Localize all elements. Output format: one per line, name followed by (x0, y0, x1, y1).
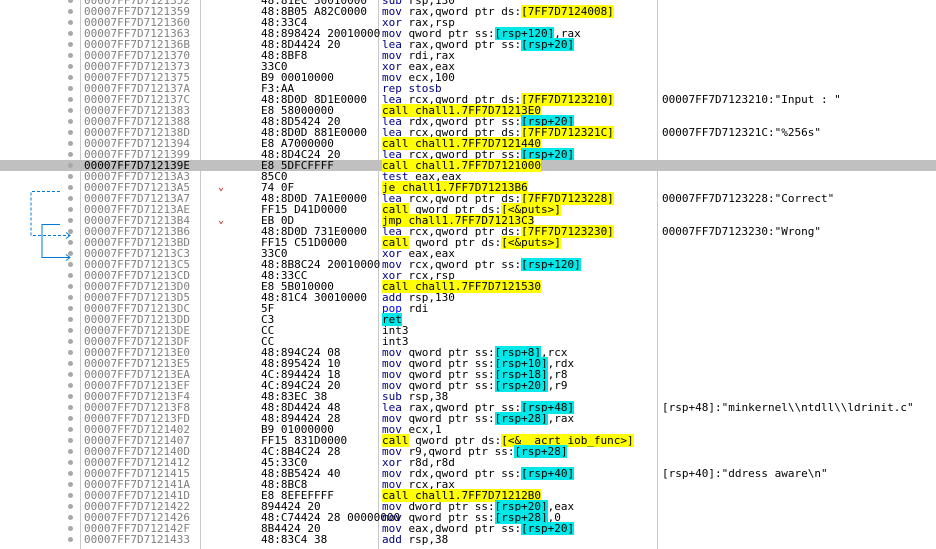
address-cell: 00007FF7D7121433 (84, 533, 190, 546)
instruction-cell: add rsp,38 (382, 533, 449, 546)
bytes-cell: 48:81C4 30010000 (261, 291, 367, 304)
comment-cell: [rsp+48]:"minkernel\\ntdll\\ldrinit.c" (662, 401, 914, 414)
comment-cell: 00007FF7D7123230:"Wrong" (662, 225, 821, 238)
disasm-row[interactable]: 00007FF7D7121433 48:83C4 38 add rsp,38 (0, 534, 936, 545)
comment-cell: 00007FF7D7123228:"Correct" (662, 192, 835, 205)
jump-marker-icon: ⌄ (218, 215, 225, 226)
jump-marker-icon: ⌄ (218, 182, 225, 193)
comment-cell: 00007FF7D712321C:"%256s" (662, 126, 821, 139)
je-arrow (30, 191, 70, 236)
bytes-cell: 48:83C4 38 (261, 533, 328, 546)
comment-cell: [rsp+40]:"ddress aware\n" (662, 467, 828, 480)
comment-cell: 00007FF7D7123210:"Input : " (662, 93, 841, 106)
jump-arrows (30, 191, 71, 261)
jmp-arrow (41, 224, 70, 258)
